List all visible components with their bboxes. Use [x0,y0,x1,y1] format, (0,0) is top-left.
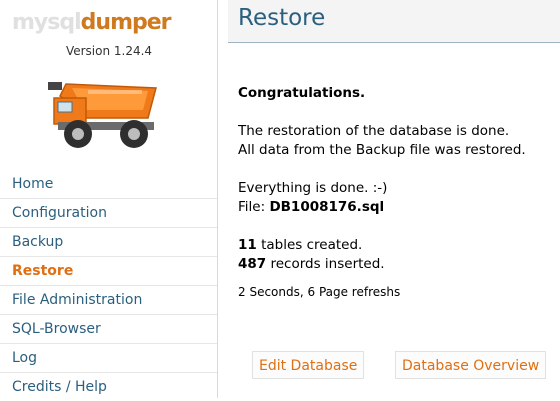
sidebar-item-backup[interactable]: Backup [0,227,217,256]
database-overview-button[interactable]: Database Overview [395,351,547,379]
dump-truck-icon [48,82,157,148]
sidebar-item-restore[interactable]: Restore [0,256,217,285]
tables-created: 11 tables created. [238,236,553,255]
file-name: DB1008176.sql [269,199,385,215]
records-count: 487 [238,256,267,272]
sidebar: mysqldumper Version 1.24.4 Home Configur… [0,0,218,398]
sidebar-item-sql-browser[interactable]: SQL-Browser [0,314,217,343]
sidebar-item-credits-help[interactable]: Credits / Help [0,372,217,401]
file-info: File: DB1008176.sql [238,198,553,217]
records-inserted: 487 records inserted. [238,255,553,274]
page-title: Restore [238,5,326,31]
restore-done-line: The restoration of the database is done. [238,123,510,139]
sidebar-item-configuration[interactable]: Configuration [0,198,217,227]
file-label: File: [238,199,270,215]
version-label: Version 1.24.4 [65,44,153,58]
sidebar-item-file-administration[interactable]: File Administration [0,285,217,314]
tables-text: tables created. [256,237,363,253]
records-text: records inserted. [266,256,385,272]
restore-data-line: All data from the Backup file was restor… [238,142,526,158]
page-header: Restore [228,0,560,43]
done-text: Everything is done. :-) [238,180,388,196]
app-logo[interactable]: mysqldumper [12,8,172,38]
sidebar-menu: Home Configuration Backup Restore File A… [0,170,217,401]
timing-info: 2 Seconds, 6 Page refreshs [238,285,401,299]
restore-result: Congratulations. The restoration of the … [238,84,553,302]
congrats-heading: Congratulations. [238,85,366,101]
sidebar-item-log[interactable]: Log [0,343,217,372]
tables-count: 11 [238,237,257,253]
edit-database-button[interactable]: Edit Database [252,351,365,379]
sidebar-item-home[interactable]: Home [0,170,217,198]
